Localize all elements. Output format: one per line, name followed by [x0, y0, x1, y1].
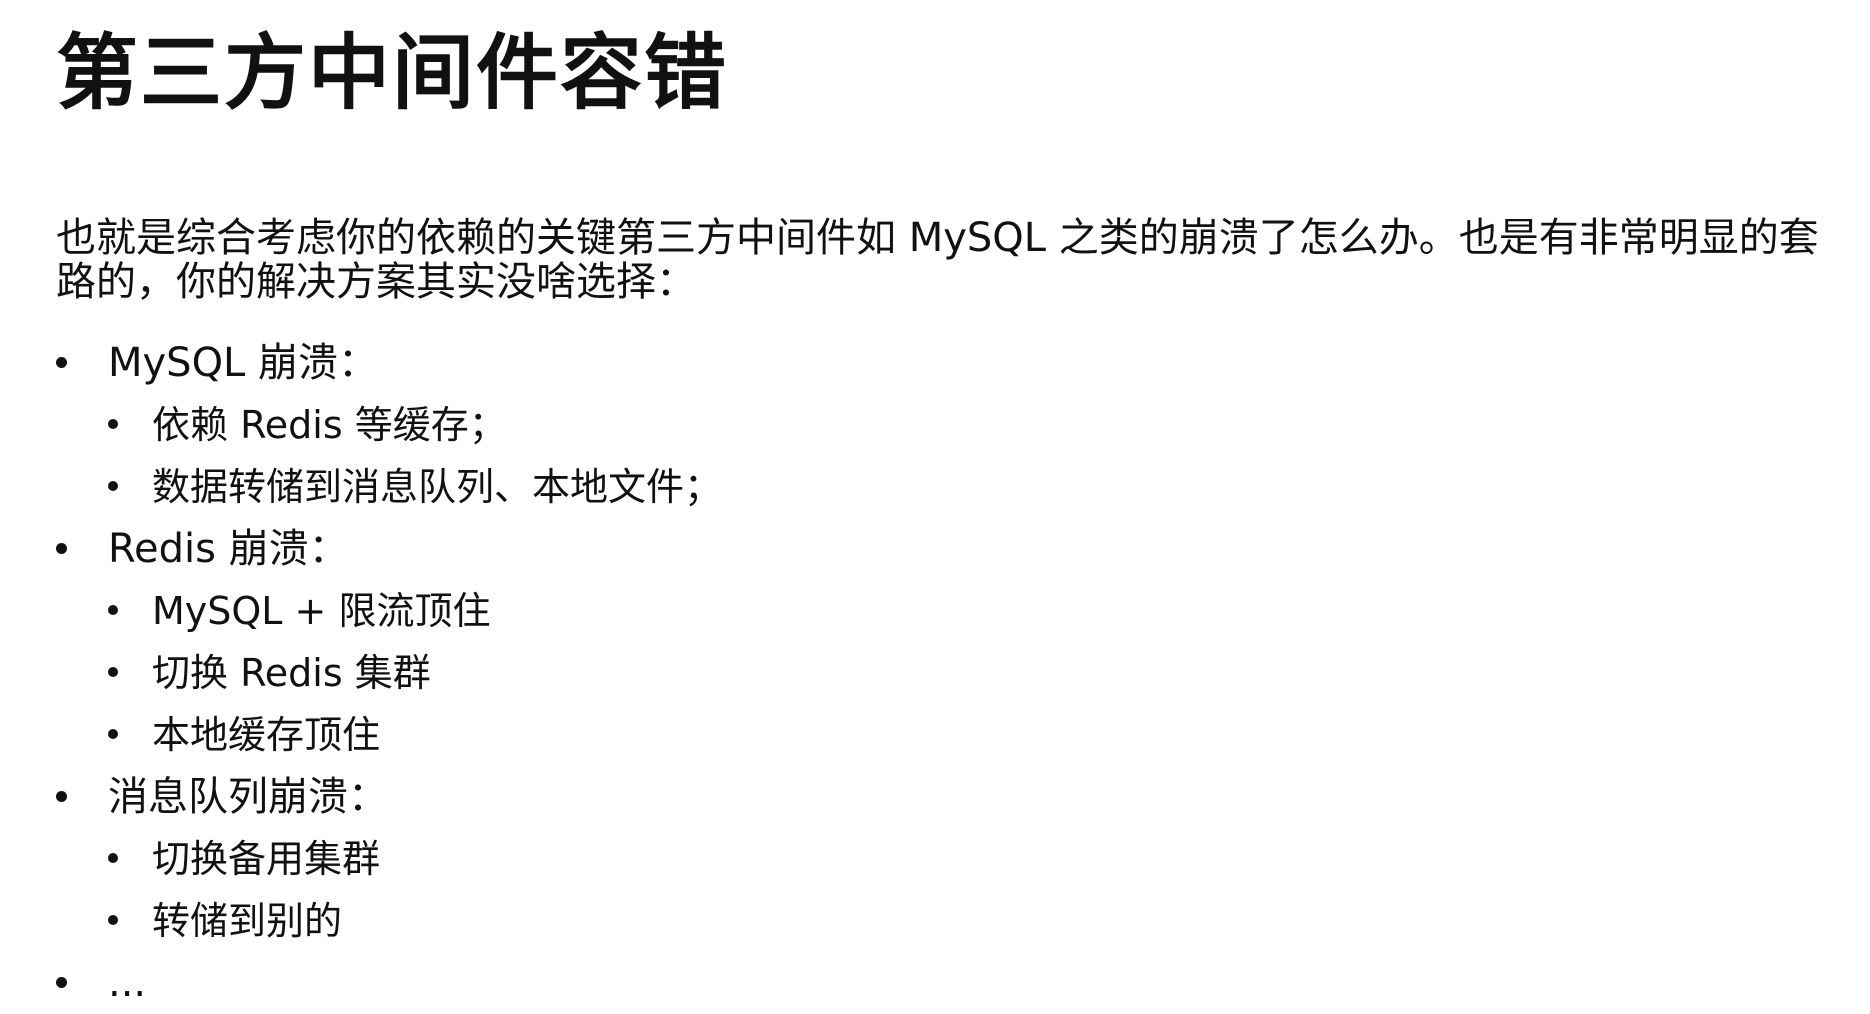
sub-list-item-label: 数据转储到消息队列、本地文件； [152, 465, 723, 509]
sub-list-item-label: 转储到别的 [152, 899, 343, 943]
bullet-icon [108, 915, 118, 925]
list-item-label: ... [108, 960, 147, 1006]
sub-list-item-label: 依赖 Redis 等缓存； [152, 403, 507, 447]
bullet-icon [108, 729, 118, 739]
list-item: Redis 崩溃： MySQL + 限流顶住 切换 Redis 集群 本地缓存顶… [56, 518, 1830, 766]
bullet-icon [108, 853, 118, 863]
slide-page: 第三方中间件容错 也就是综合考虑你的依赖的关键第三方中间件如 MySQL 之类的… [0, 0, 1870, 1006]
list-item: 消息队列崩溃： 切换备用集群 转储到别的 [56, 766, 1830, 952]
bullet-icon [108, 667, 118, 677]
sub-list-item: 本地缓存顶住 [108, 704, 1830, 766]
sub-list-item: 数据转储到消息队列、本地文件； [108, 456, 1830, 518]
list-item: MySQL 崩溃： 依赖 Redis 等缓存； 数据转储到消息队列、本地文件； [56, 332, 1830, 518]
bullet-icon [56, 791, 67, 802]
list-item: ... [56, 952, 1830, 1014]
bullet-icon [56, 977, 67, 988]
page-title: 第三方中间件容错 [56, 26, 729, 121]
sub-list-item: 切换 Redis 集群 [108, 642, 1830, 704]
bullet-icon [108, 419, 118, 429]
sub-list: MySQL + 限流顶住 切换 Redis 集群 本地缓存顶住 [108, 580, 1830, 766]
sub-list-item-label: 切换备用集群 [152, 837, 381, 881]
bullet-list: MySQL 崩溃： 依赖 Redis 等缓存； 数据转储到消息队列、本地文件； … [56, 332, 1830, 1014]
sub-list-item: 依赖 Redis 等缓存； [108, 394, 1830, 456]
sub-list-item-label: MySQL + 限流顶住 [152, 589, 491, 633]
intro-paragraph: 也就是综合考虑你的依赖的关键第三方中间件如 MySQL 之类的崩溃了怎么办。也是… [56, 215, 1819, 305]
sub-list-item-label: 本地缓存顶住 [152, 713, 381, 757]
bullet-icon [56, 357, 67, 368]
sub-list-item: 转储到别的 [108, 890, 1830, 952]
sub-list: 切换备用集群 转储到别的 [108, 828, 1830, 952]
list-item-label: MySQL 崩溃： [108, 340, 379, 386]
bullet-icon [56, 543, 67, 554]
sub-list-item: 切换备用集群 [108, 828, 1830, 890]
sub-list: 依赖 Redis 等缓存； 数据转储到消息队列、本地文件； [108, 394, 1830, 518]
bullet-icon [108, 605, 118, 615]
bullet-icon [108, 481, 118, 491]
sub-list-item: MySQL + 限流顶住 [108, 580, 1830, 642]
list-item-label: Redis 崩溃： [108, 526, 349, 572]
sub-list-item-label: 切换 Redis 集群 [152, 651, 431, 695]
list-item-label: 消息队列崩溃： [108, 774, 388, 820]
